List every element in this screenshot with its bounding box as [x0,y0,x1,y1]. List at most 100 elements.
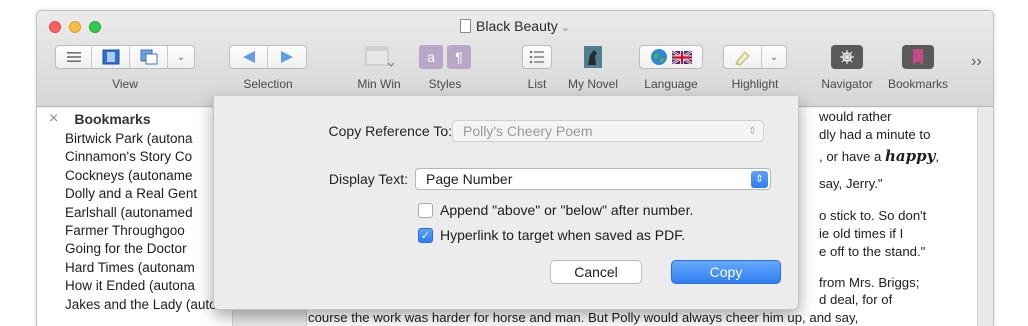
language-control[interactable] [639,45,703,69]
highlight-label: Highlight [731,77,779,91]
copy-reference-popup: Polly's Cheery Poem ⇕ [452,120,764,142]
ship-wheel-icon [840,50,854,64]
chevron-updown-icon: ⇕ [751,171,768,188]
previous-selection-button[interactable] [230,46,268,68]
selection-group: Selection [229,45,307,91]
mynovel-button[interactable] [575,45,611,69]
display-text-value: Page Number [426,171,513,187]
styles-group: a ¶ Styles [415,45,475,91]
display-text-popup[interactable]: Page Number ⇕ [415,168,771,190]
arrow-right-icon [281,51,293,63]
hyperlink-checkbox[interactable]: ✓ [418,227,433,243]
page-text-line: course the work was harder for horse and… [308,310,859,325]
selection-label: Selection [243,77,293,91]
window-title[interactable]: Black Beauty ⌄ [37,18,993,34]
copy-reference-label: Copy Reference To: [328,123,452,139]
title-bar: Black Beauty ⌄ ⌄ View Selection Min Win … [37,11,993,107]
highlight-control: ⌄ [723,45,787,69]
pages-stack-icon [140,49,157,65]
navigator-label: Navigator [821,77,873,91]
close-icon[interactable]: × [49,110,58,128]
globe-icon [651,49,667,65]
list-item[interactable]: Hard Times (autonam [65,259,232,277]
page-text-line: o stick to. So don't [819,208,927,223]
list-item[interactable]: Cinnamon's Story Co [65,148,232,166]
list-item[interactable]: Earlshall (autonamed [65,204,232,222]
page-text-line: , or have a happy, [819,147,939,165]
uk-flag-icon [672,50,692,64]
view-options-dropdown[interactable]: ⌄ [168,46,194,68]
chevron-updown-icon: ⇕ [748,126,757,137]
bookmarks-group[interactable]: Bookmarks [885,45,951,91]
page-text-emphasis: happy [884,147,936,165]
list-item[interactable]: Going for the Doctor [65,240,232,258]
list-item[interactable]: How it Ended (autona [65,277,232,295]
sidebar-header: × Bookmarks [37,108,232,130]
selection-nav-control [229,45,307,69]
append-checkbox[interactable] [418,202,433,218]
highlight-group: ⌄ Highlight [721,45,789,91]
list-icon [529,50,544,64]
navigator-button[interactable] [831,45,863,69]
view-segmented-control: ⌄ [55,45,195,69]
page-text-line: from Mrs. Briggs; [819,275,920,290]
list-item[interactable]: Farmer Throughgoo [65,222,232,240]
page-text-line: d deal, for of [819,292,893,307]
bookmarks-sidebar: × Bookmarks Birtwick Park (autona Cinnam… [37,108,233,326]
sidebar-title: Bookmarks [74,111,151,127]
multi-page-view-button[interactable] [130,46,168,68]
page-text-line: dly had a minute to [819,127,931,142]
bookmark-icon [913,49,923,65]
list-group[interactable]: List [519,45,555,91]
chevron-down-icon: ⌄ [176,51,186,63]
list-item[interactable]: Cockneys (autoname [65,167,232,185]
styles-label: Styles [428,77,462,91]
hyperlink-checkbox-row[interactable]: ✓ Hyperlink to target when saved as PDF. [418,227,685,243]
view-label: View [112,77,138,91]
arrow-left-icon [242,51,255,63]
list-label: List [527,77,547,91]
chevron-down-icon: ⌄ [560,22,570,34]
hamburger-menu-button[interactable] [56,46,92,68]
highlight-options-dropdown[interactable]: ⌄ [762,46,786,68]
list-item[interactable]: Jakes and the Lady (auto [65,296,232,314]
bookmarks-label: Bookmarks [887,77,949,91]
copy-reference-value: Polly's Cheery Poem [463,123,593,139]
checkmark-icon: ✓ [420,229,431,242]
page-text-line: e off to the stand." [819,244,926,259]
minwin-button[interactable] [361,45,397,69]
page-text-segment: , or have a [819,149,882,164]
append-checkbox-label: Append "above" or "below" after number. [440,202,694,218]
chevron-down-icon: ⌄ [769,51,779,63]
single-page-view-button[interactable] [92,46,130,68]
copy-reference-dialog: Copy Reference To: Polly's Cheery Poem ⇕… [213,96,799,310]
language-button[interactable] [640,46,702,68]
paragraph-style-icon[interactable]: ¶ [447,45,471,69]
mynovel-group[interactable]: My Novel [561,45,625,91]
toolbar: ⌄ View Selection Min Win a ¶ Styles List… [37,41,993,103]
character-style-icon[interactable]: a [419,45,443,69]
copy-button[interactable]: Copy [671,260,781,284]
cancel-button[interactable]: Cancel [550,260,642,284]
page-text-line: ie old times if I [819,226,904,241]
page-text-line: say, Jerry." [819,176,883,191]
page-text-line: would rather [819,109,892,124]
bookmark-list: Birtwick Park (autona Cinnamon's Story C… [37,130,232,314]
view-group: ⌄ View [49,45,201,91]
append-checkbox-row[interactable]: Append "above" or "below" after number. [418,202,693,218]
minwin-group[interactable]: Min Win [349,45,409,91]
window-title-text: Black Beauty [476,18,558,34]
next-selection-button[interactable] [268,46,306,68]
page-text-segment: , [935,149,939,164]
list-item[interactable]: Birtwick Park (autona [65,130,232,148]
list-button[interactable] [522,45,552,69]
bookmarks-button[interactable] [902,45,934,69]
horse-book-icon [584,46,602,68]
toolbar-overflow-button[interactable]: ›› [971,53,982,71]
styles-control: a ¶ [419,45,471,69]
hamburger-icon [66,52,81,62]
highlight-button[interactable] [724,46,762,68]
navigator-group[interactable]: Navigator [815,45,879,91]
mynovel-label: My Novel [567,77,618,91]
list-item[interactable]: Dolly and a Real Gent [65,185,232,203]
